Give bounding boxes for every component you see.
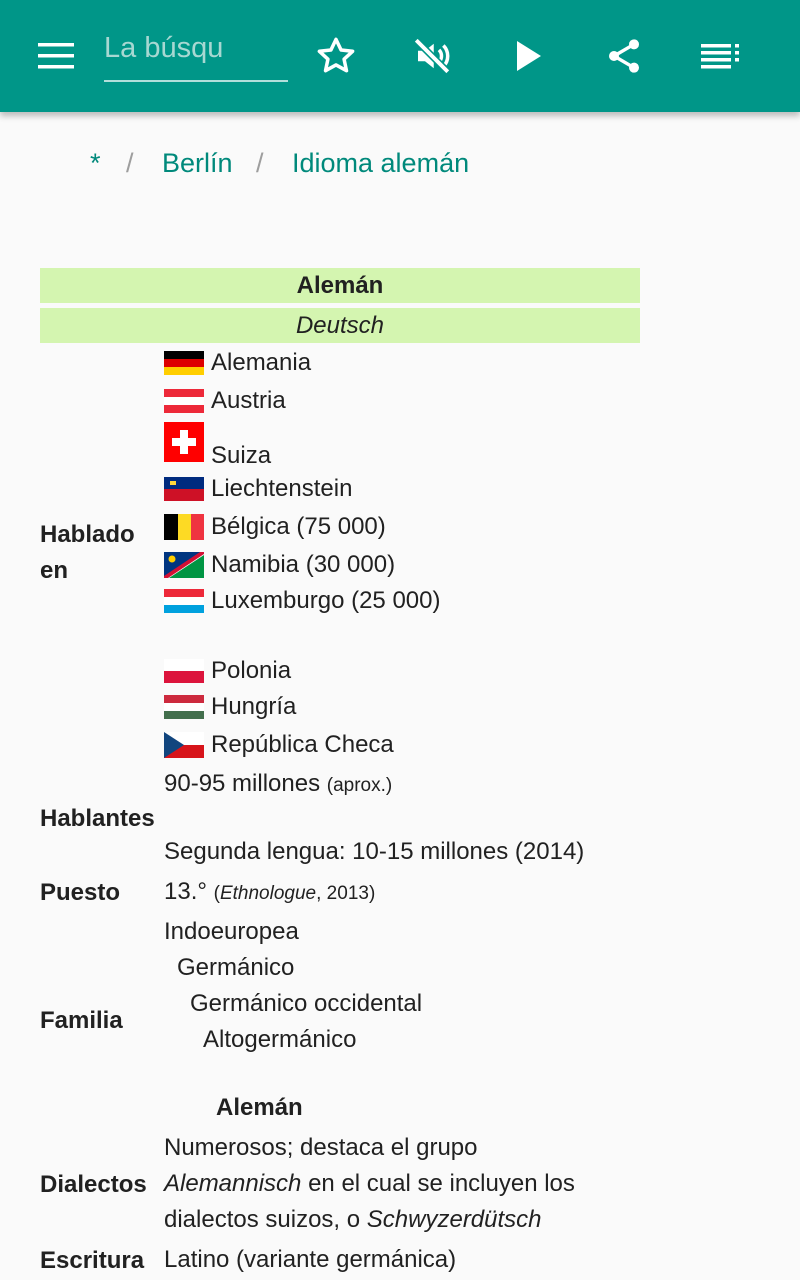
belgium-flag [164,514,204,540]
rank-note: (Ethnologue, 2013) [214,883,376,904]
speakers-value: 90-95 millones (aprox.) [164,770,392,798]
breadcrumb-home-link[interactable]: * [90,148,101,179]
family-level-1[interactable]: Germánico [177,954,294,982]
czech-republic-flag [164,732,204,758]
menu-icon[interactable] [32,32,80,80]
switzerland-flag [164,422,204,462]
country-name[interactable]: Luxemburgo (25 000) [211,587,440,615]
country-name[interactable]: Liechtenstein [211,475,352,503]
namibia-flag [164,552,204,578]
app-bar [0,0,800,112]
breadcrumb-separator: / [256,148,264,178]
speakers-note: (aprox.) [326,775,393,796]
speakers-label: Hablantes [40,805,155,832]
rank-label: Puesto [40,879,121,906]
country-name[interactable]: Hungría [211,693,296,721]
country-name[interactable]: Suiza [211,442,271,470]
dialect-schwyzerdutsch[interactable]: Schwyzerdütsch [367,1206,542,1233]
family-level-2[interactable]: Germánico occidental [190,990,422,1018]
writing-value[interactable]: Latino (variante germánica) [164,1246,456,1274]
rank-source[interactable]: Ethnologue [220,883,316,904]
country-item: Namibia (30 000) [164,547,395,583]
breadcrumb-separator: / [126,148,134,178]
country-item: Hungría [164,689,296,725]
volume-off-icon[interactable] [408,32,456,80]
liechtenstein-flag [164,477,204,501]
spoken-in-label: Hablado en [40,521,135,584]
rank-note-rest: , 2013) [316,883,376,904]
country-item: Alemania [164,345,311,381]
country-item: Liechtenstein [164,471,352,507]
country-item: Bélgica (75 000) [164,509,386,545]
country-name[interactable]: Austria [211,387,286,415]
dialects-line-2: Alemannisch en el cual se incluyen los [164,1170,575,1198]
dialects-line-2-rest: en el cual se incluyen los [301,1170,575,1197]
dialect-alemannisch[interactable]: Alemannisch [164,1170,301,1197]
search-input[interactable] [104,24,288,72]
country-item: Austria [164,383,286,419]
breadcrumb: * / Berlín / Idioma alemán [0,148,800,188]
hungary-flag [164,695,204,719]
country-item: República Checa [164,727,394,763]
speakers-count: 90-95 millones [164,770,321,797]
family-level-3[interactable]: Altogermánico [203,1026,356,1054]
rank-number: 13.° [164,878,207,905]
country-name[interactable]: República Checa [211,731,394,759]
austria-flag [164,389,204,413]
breadcrumb-link-berlin[interactable]: Berlín [162,148,233,179]
poland-flag [164,659,204,683]
dialects-line-1: Numerosos; destaca el grupo [164,1134,478,1161]
family-current: Alemán [216,1094,303,1121]
infobox-native-name: Deutsch [40,308,640,343]
country-item: Suiza [164,420,271,472]
country-name[interactable]: Bélgica (75 000) [211,513,386,541]
family-level-0[interactable]: Indoeuropea [164,918,299,946]
country-item: Luxemburgo (25 000) [164,583,440,619]
country-item: Polonia [164,653,291,689]
dialects-line-3: dialectos suizos, o Schwyzerdütsch [164,1206,542,1234]
family-label: Familia [40,1007,123,1034]
writing-label: Escritura [40,1247,145,1274]
dialects-label: Dialectos [40,1171,147,1198]
share-icon[interactable] [600,32,648,80]
dialects-line-3-start: dialectos suizos, o [164,1206,367,1233]
star-outline-icon[interactable] [312,32,360,80]
breadcrumb-link-idioma-aleman[interactable]: Idioma alemán [292,148,469,179]
luxembourg-flag [164,589,204,613]
play-icon[interactable] [504,32,552,80]
rank-value: 13.° (Ethnologue, 2013) [164,878,375,906]
speakers-second-language: Segunda lengua: 10-15 millones (2014) [164,838,585,865]
country-name[interactable]: Namibia (30 000) [211,551,395,579]
germany-flag [164,351,204,375]
infobox-title: Alemán [40,268,640,303]
country-name[interactable]: Alemania [211,349,311,377]
country-name[interactable]: Polonia [211,657,291,685]
list-icon[interactable] [696,32,744,80]
search-field[interactable] [104,24,288,82]
